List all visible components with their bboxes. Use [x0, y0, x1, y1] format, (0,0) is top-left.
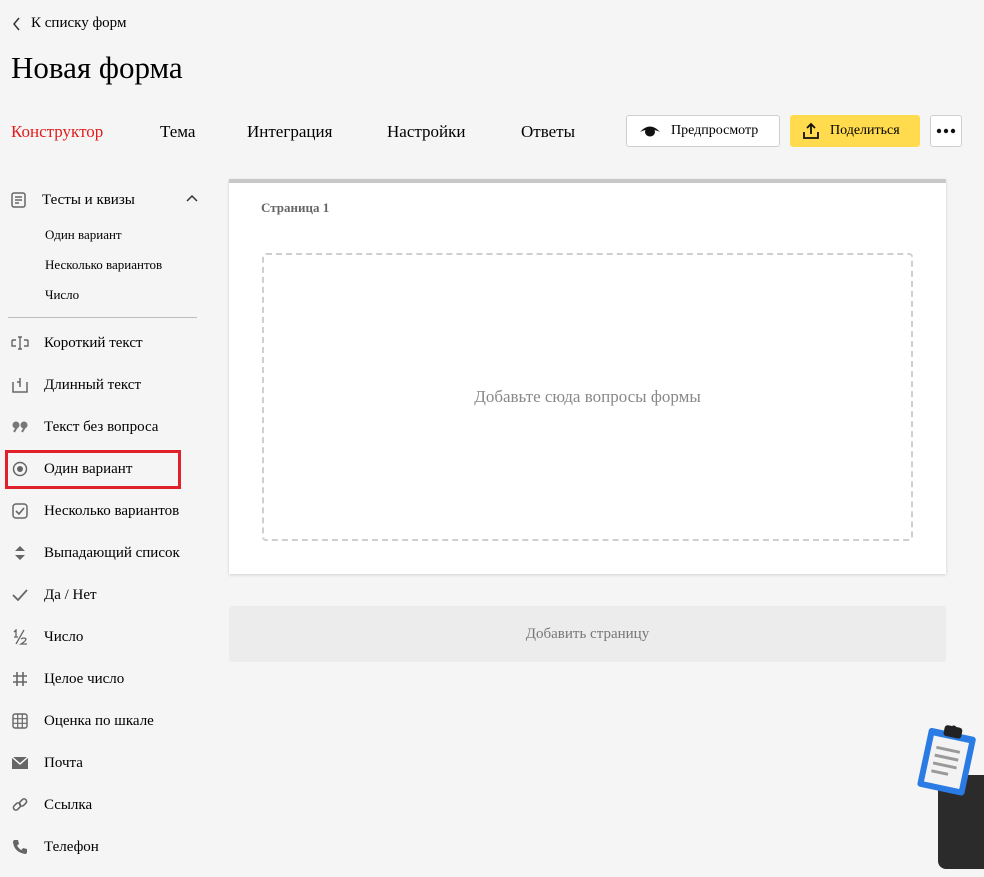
sidebar-item-label: Почта [44, 754, 83, 771]
add-page-label: Добавить страницу [525, 625, 650, 642]
long-text-icon [10, 375, 30, 395]
sidebar-item-scale[interactable]: Оценка по шкале [10, 709, 154, 733]
sidebar-item-phone[interactable]: Телефон [10, 835, 99, 859]
preview-button-label: Предпросмотр [671, 123, 759, 138]
more-button[interactable] [930, 115, 962, 147]
add-page-button[interactable]: Добавить страницу [229, 606, 946, 662]
form-page-card: Страница 1 Добавьте сюда вопросы формы [229, 179, 946, 574]
sidebar-item-label: Число [44, 628, 84, 645]
tab-constructor[interactable]: Конструктор [11, 112, 103, 152]
quiz-icon [11, 192, 26, 208]
mail-icon [10, 753, 30, 773]
page-title: Новая форма [11, 50, 183, 85]
chevron-left-icon [13, 17, 20, 30]
check-icon [10, 585, 30, 605]
short-text-icon [10, 333, 30, 353]
dropdown-icon [10, 543, 30, 563]
sidebar-item-label: Ссылка [44, 796, 93, 813]
clipboard-icon[interactable] [913, 722, 983, 798]
upload-icon [803, 122, 819, 139]
tab-theme[interactable]: Тема [160, 112, 195, 152]
sidebar-item-yes-no[interactable]: Да / Нет [10, 583, 97, 607]
quiz-group-label: Тесты и квизы [42, 191, 135, 208]
share-button-label: Поделиться [830, 123, 900, 138]
sidebar-item-integer[interactable]: Целое число [10, 667, 124, 691]
sidebar-divider [8, 317, 197, 318]
grid-icon [10, 711, 30, 731]
preview-button[interactable]: Предпросмотр [626, 115, 780, 147]
sidebar-item-label: Несколько вариантов [44, 502, 180, 519]
sidebar-item-number[interactable]: Число [10, 625, 83, 649]
link-icon [10, 795, 30, 815]
eye-icon [640, 126, 660, 137]
sidebar-item-text-without-question[interactable]: Текст без вопроса [10, 415, 158, 439]
tab-integration[interactable]: Интеграция [247, 112, 332, 152]
tab-answers[interactable]: Ответы [521, 112, 575, 152]
back-link-label: К списку форм [31, 15, 127, 31]
share-button[interactable]: Поделиться [790, 115, 920, 147]
quiz-group-header[interactable]: Тесты и квизы [10, 190, 200, 210]
quote-icon [10, 417, 30, 437]
sidebar-item-dropdown[interactable]: Выпадающий список [10, 541, 180, 565]
sidebar-item-label: Да / Нет [44, 586, 97, 603]
sidebar-item-label: Целое число [44, 670, 125, 687]
sidebar-item-long-text[interactable]: Длинный текст [10, 373, 141, 397]
more-dots-icon [936, 128, 956, 134]
sidebar-item-multiple-choice[interactable]: Несколько вариантов [10, 499, 179, 523]
sidebar-item-link[interactable]: Ссылка [10, 793, 92, 817]
quiz-item-multiple[interactable]: Несколько вариантов [45, 257, 162, 273]
sidebar-item-label: Выпадающий список [44, 544, 180, 561]
phone-icon [10, 837, 30, 857]
fraction-icon [10, 627, 30, 647]
sidebar-item-email[interactable]: Почта [10, 751, 83, 775]
hash-icon [10, 669, 30, 689]
sidebar-item-label: Текст без вопроса [44, 418, 159, 435]
sidebar-item-label: Длинный текст [44, 376, 141, 393]
checkbox-icon [10, 501, 30, 521]
dropzone-text: Добавьте сюда вопросы формы [474, 387, 701, 406]
highlight-frame [5, 450, 181, 489]
quiz-item-number[interactable]: Число [45, 287, 79, 303]
sidebar-item-short-text[interactable]: Короткий текст [10, 331, 143, 355]
tab-settings[interactable]: Настройки [387, 112, 465, 152]
question-dropzone[interactable]: Добавьте сюда вопросы формы [262, 253, 913, 541]
chevron-up-icon [186, 194, 198, 202]
page-label: Страница 1 [261, 200, 330, 215]
sidebar-item-label: Короткий текст [44, 334, 143, 351]
sidebar-item-label: Телефон [44, 838, 99, 855]
sidebar-item-label: Оценка по шкале [44, 712, 154, 729]
back-link[interactable]: К списку форм [12, 15, 126, 32]
quiz-item-single[interactable]: Один вариант [45, 227, 122, 243]
